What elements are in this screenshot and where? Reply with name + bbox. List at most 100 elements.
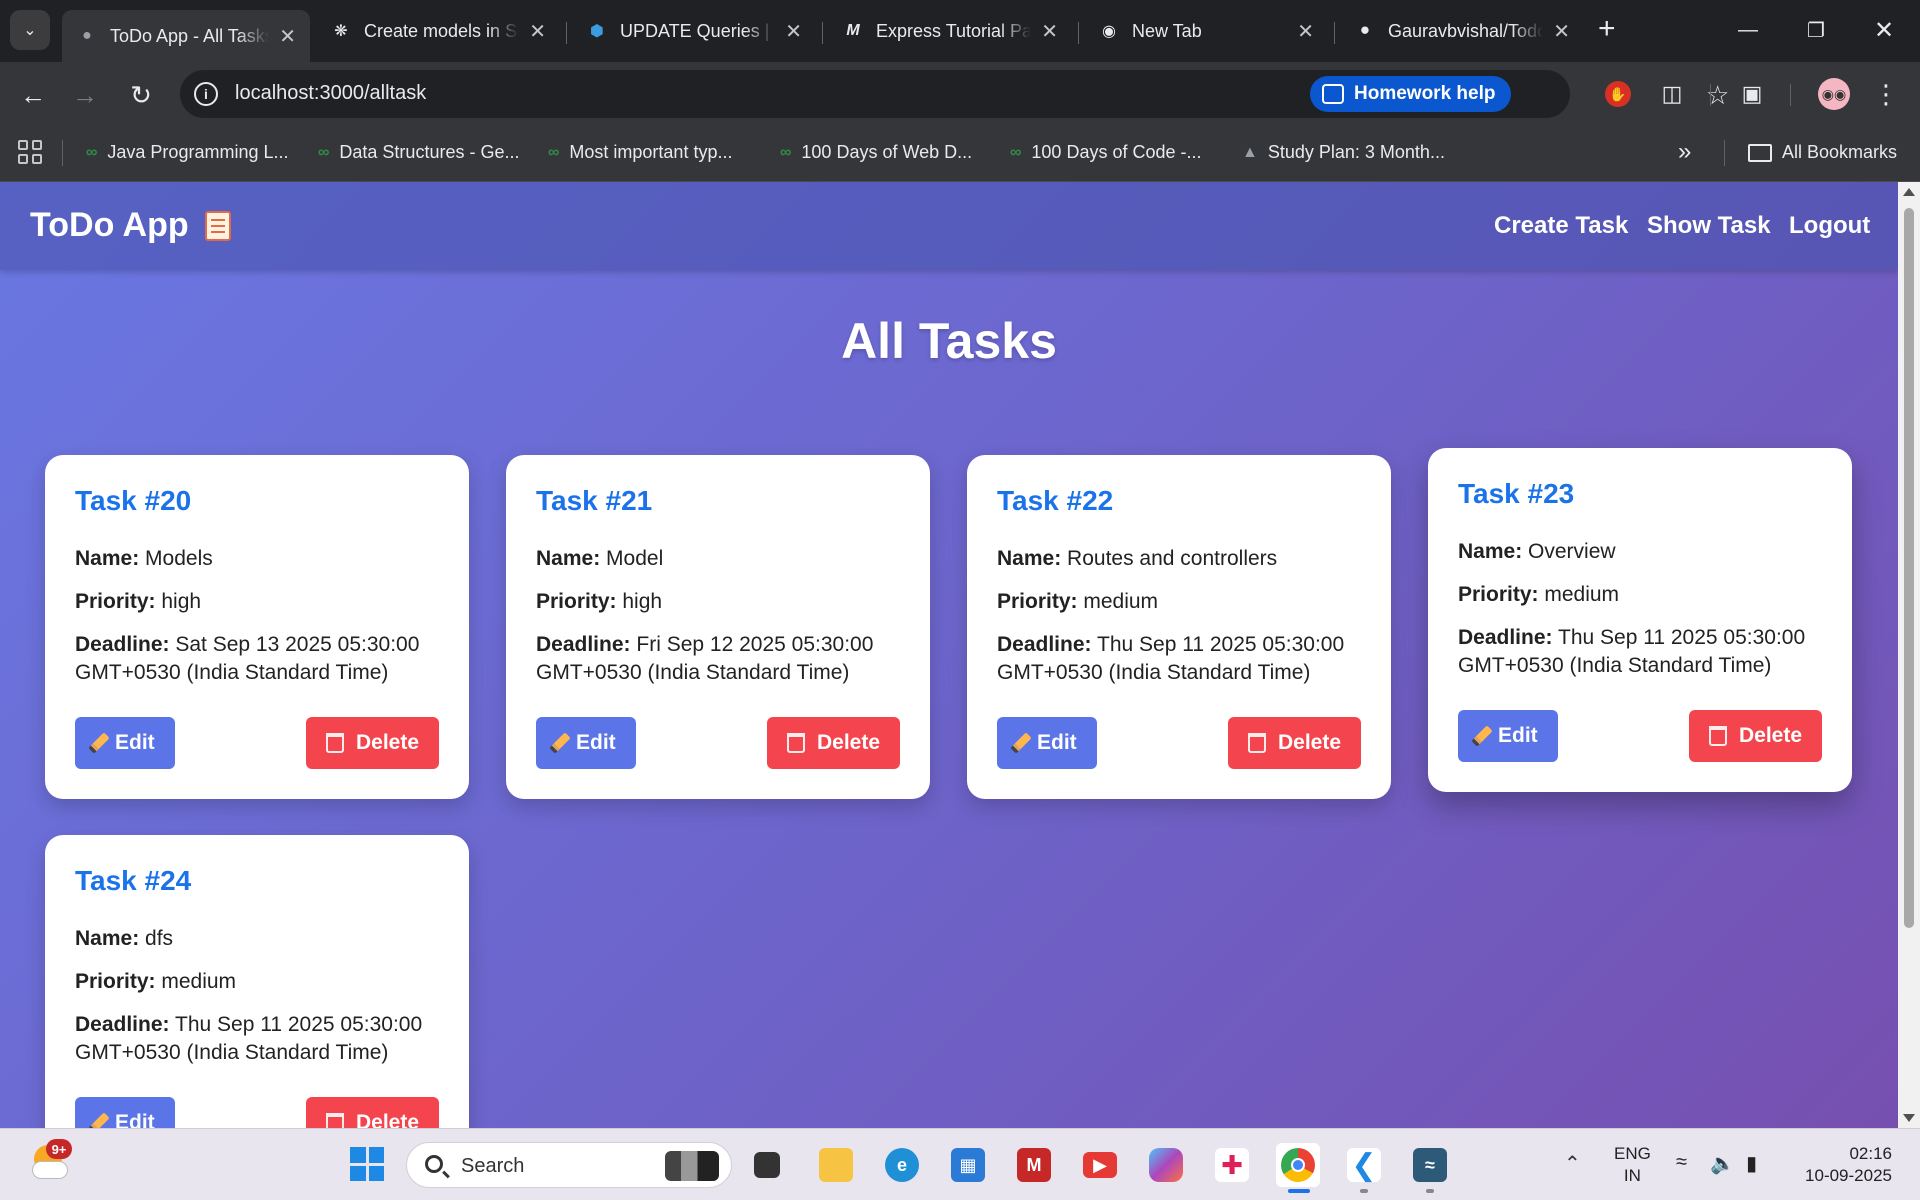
minimize-icon[interactable]: — xyxy=(1718,10,1778,50)
cloud-icon xyxy=(32,1161,68,1179)
delete-button[interactable]: Delete xyxy=(305,1097,439,1128)
extensions-puzzle-icon[interactable]: ◫ xyxy=(1654,76,1690,112)
edit-button[interactable]: Edit xyxy=(536,717,636,769)
address-bar[interactable]: i localhost:3000/alltask Homework help ☆ xyxy=(180,70,1729,118)
chatgpt-icon: ❋ xyxy=(334,23,348,40)
tab-new-tab[interactable]: ◉ New Tab ✕ xyxy=(1084,10,1328,52)
scroll-down-arrow-icon[interactable] xyxy=(1903,1114,1915,1122)
delete-button[interactable]: Delete xyxy=(305,717,439,769)
delete-button[interactable]: Delete xyxy=(1688,710,1822,762)
tab-close-icon[interactable]: ✕ xyxy=(1297,19,1314,44)
globe-icon: ● xyxy=(82,27,92,44)
taskbar-search[interactable]: Search xyxy=(406,1142,732,1188)
scrollbar-thumb[interactable] xyxy=(1904,208,1914,928)
windows-taskbar: 9+ Search e ▦ M ▶ ✚ ❮ ≈ ⌃ ENG IN ≈ 🔈 ▮ 0… xyxy=(0,1128,1920,1200)
bookmark-java-programming[interactable]: ∞ Java Programming L... xyxy=(86,142,288,163)
back-arrow-icon[interactable]: ← xyxy=(16,78,50,112)
language-indicator[interactable]: ENG IN xyxy=(1614,1143,1651,1187)
task-priority-row: Priority: medium xyxy=(75,968,439,996)
deadline-label: Deadline: xyxy=(536,633,631,656)
tab-close-icon[interactable]: ✕ xyxy=(279,24,296,49)
vscode-icon[interactable]: ❮ xyxy=(1342,1143,1386,1187)
bookmark-most-important[interactable]: ∞ Most important typ... xyxy=(548,142,732,163)
battery-icon[interactable]: ▮ xyxy=(1746,1151,1757,1176)
edit-label: Edit xyxy=(115,1111,155,1128)
gfg-icon: ∞ xyxy=(1010,143,1022,161)
slack-icon[interactable]: ✚ xyxy=(1210,1143,1254,1187)
nav-create-task[interactable]: Create Task xyxy=(1494,212,1628,240)
screenshot-lens-icon[interactable]: ▣ xyxy=(1734,76,1770,112)
gfg-icon: ∞ xyxy=(86,143,98,161)
all-bookmarks-label: All Bookmarks xyxy=(1782,142,1898,162)
brand-title: ToDo App xyxy=(30,206,189,244)
edit-button[interactable]: Edit xyxy=(75,1097,175,1128)
region-code: IN xyxy=(1623,1166,1641,1185)
edit-button[interactable]: Edit xyxy=(1458,710,1558,762)
scroll-up-arrow-icon[interactable] xyxy=(1903,188,1915,196)
more-bookmarks-chevron-icon[interactable]: » xyxy=(1678,138,1691,166)
url-text[interactable]: localhost:3000/alltask xyxy=(235,82,426,105)
copilot-icon[interactable] xyxy=(1144,1143,1188,1187)
tab-label: New Tab xyxy=(1132,20,1202,41)
tab-github[interactable]: ⚫ Gauravbvishal/TodoApp ✕ xyxy=(1340,10,1584,52)
edit-button[interactable]: Edit xyxy=(75,717,175,769)
task-title: Task #21 xyxy=(536,485,653,516)
nav-show-task[interactable]: Show Task xyxy=(1647,212,1771,240)
profile-avatar[interactable]: ◉◉ xyxy=(1816,76,1852,112)
windows-start-icon[interactable] xyxy=(350,1147,384,1181)
new-tab-plus-icon[interactable]: + xyxy=(1598,14,1616,44)
task-deadline-row: Deadline: Thu Sep 11 2025 05:30:00 GMT+0… xyxy=(75,1011,439,1067)
wifi-icon[interactable]: ≈ xyxy=(1676,1151,1687,1174)
tab-close-icon[interactable]: ✕ xyxy=(529,19,546,44)
volume-icon[interactable]: 🔈 xyxy=(1710,1151,1735,1176)
bookmark-separator xyxy=(1724,140,1725,166)
delete-label: Delete xyxy=(1738,724,1802,747)
tab-express-tutorial[interactable]: M Express Tutorial Part ✕ xyxy=(828,10,1072,52)
page-scrollbar[interactable] xyxy=(1898,182,1920,1128)
priority-label: Priority: xyxy=(75,970,156,993)
search-highlight-image xyxy=(665,1151,719,1181)
microsoft-store-icon[interactable]: ▦ xyxy=(946,1143,990,1187)
tab-close-icon[interactable]: ✕ xyxy=(1553,19,1570,44)
nav-logout[interactable]: Logout xyxy=(1789,212,1870,240)
task-view-icon[interactable] xyxy=(745,1143,789,1187)
delete-button[interactable]: Delete xyxy=(766,717,900,769)
system-clock[interactable]: 02:16 10-09-2025 xyxy=(1792,1143,1892,1187)
site-info-icon[interactable]: i xyxy=(194,82,218,106)
edit-button[interactable]: Edit xyxy=(997,717,1097,769)
chrome-icon: ◉ xyxy=(1102,23,1116,40)
tab-todo-app[interactable]: ● ToDo App - All Tasks ✕ xyxy=(62,10,310,62)
restore-icon[interactable]: ❐ xyxy=(1786,10,1846,50)
tab-update-queries[interactable]: ⬢ UPDATE Queries | Sequelize ✕ xyxy=(572,10,816,52)
tab-create-models[interactable]: ❋ Create models in Sequelize ✕ xyxy=(316,10,560,52)
tray-chevron-up-icon[interactable]: ⌃ xyxy=(1564,1151,1581,1176)
bookmark-100-days-web[interactable]: ∞ 100 Days of Web D... xyxy=(780,142,972,163)
bookmark-100-days-code[interactable]: ∞ 100 Days of Code -... xyxy=(1010,142,1202,163)
delete-button[interactable]: Delete xyxy=(1227,717,1361,769)
memo-icon xyxy=(204,210,231,241)
bookmark-study-plan[interactable]: ▲ Study Plan: 3 Month... xyxy=(1242,142,1445,163)
forward-arrow-icon[interactable]: → xyxy=(68,78,102,112)
menu-kebab-icon[interactable]: ⋮ xyxy=(1868,76,1904,112)
tab-search-chevron-icon[interactable]: ⌄ xyxy=(10,10,50,50)
close-window-icon[interactable]: ✕ xyxy=(1854,10,1914,50)
youtube-icon[interactable]: ▶ xyxy=(1078,1143,1122,1187)
homework-help-button[interactable]: Homework help xyxy=(1310,76,1512,112)
bookmark-data-structures[interactable]: ∞ Data Structures - Ge... xyxy=(318,142,519,163)
running-app-indicator xyxy=(1360,1189,1368,1193)
mysql-workbench-icon[interactable]: ≈ xyxy=(1408,1143,1452,1187)
extension-stop-icon[interactable]: ✋ xyxy=(1600,76,1636,112)
toolbar-separator xyxy=(1790,84,1791,106)
task-deadline-row: Deadline: Thu Sep 11 2025 05:30:00 GMT+0… xyxy=(1458,624,1822,680)
all-bookmarks-button[interactable]: All Bookmarks xyxy=(1748,142,1897,163)
mcafee-icon[interactable]: M xyxy=(1012,1143,1056,1187)
tab-close-icon[interactable]: ✕ xyxy=(785,19,802,44)
apps-grid-icon[interactable] xyxy=(18,140,42,164)
file-explorer-icon[interactable] xyxy=(814,1143,858,1187)
chrome-taskbar-icon[interactable] xyxy=(1276,1143,1320,1187)
tab-close-icon[interactable]: ✕ xyxy=(1041,19,1058,44)
tab-separator xyxy=(1078,22,1079,44)
edge-icon[interactable]: e xyxy=(880,1143,924,1187)
reload-icon[interactable]: ↻ xyxy=(124,78,158,112)
brand[interactable]: ToDo App xyxy=(30,206,231,245)
